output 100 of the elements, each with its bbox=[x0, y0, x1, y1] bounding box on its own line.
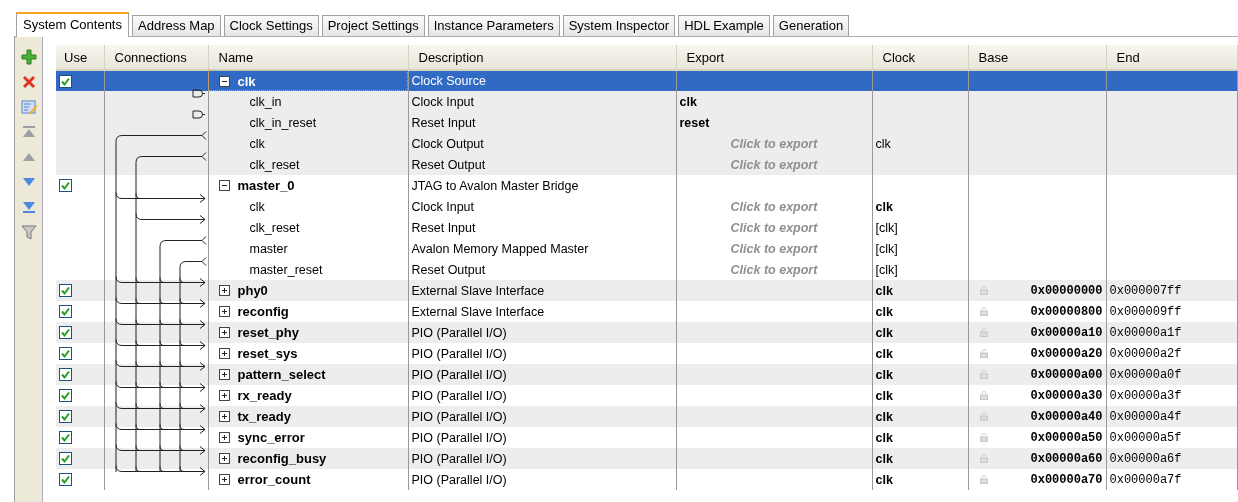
base-address: 0x00000a60 bbox=[1030, 451, 1103, 466]
expand-icon[interactable] bbox=[218, 285, 230, 296]
column-header[interactable]: Base bbox=[968, 45, 1106, 70]
base-address: 0x00000a00 bbox=[1030, 367, 1103, 382]
column-header[interactable]: Clock bbox=[872, 45, 968, 70]
collapse-icon[interactable] bbox=[218, 75, 230, 87]
description: JTAG to Avalon Master Bridge bbox=[411, 178, 579, 193]
interface-name: clk_in_reset bbox=[248, 115, 317, 130]
module-name: pattern_select bbox=[237, 367, 326, 382]
checkbox[interactable] bbox=[59, 284, 72, 297]
expand-icon[interactable] bbox=[218, 369, 230, 380]
checkbox[interactable] bbox=[59, 389, 72, 402]
expand-icon[interactable] bbox=[218, 453, 230, 464]
tab[interactable]: System Contents bbox=[16, 12, 129, 37]
expand-icon[interactable] bbox=[218, 390, 230, 401]
clock-name: clk bbox=[875, 367, 893, 382]
module-name: clk bbox=[237, 73, 256, 89]
interface-name: master_reset bbox=[248, 262, 323, 277]
description: PIO (Parallel I/O) bbox=[411, 451, 507, 466]
module-name: master_0 bbox=[237, 178, 295, 193]
checkbox[interactable] bbox=[59, 179, 72, 192]
interface-name: master bbox=[248, 241, 288, 256]
column-header[interactable]: Use bbox=[56, 45, 104, 70]
clock-name: clk bbox=[875, 472, 893, 487]
add-icon[interactable] bbox=[20, 49, 37, 65]
column-header[interactable]: Connections bbox=[104, 45, 208, 70]
expand-icon[interactable] bbox=[218, 411, 230, 422]
clock-name: clk bbox=[875, 325, 893, 340]
expand-icon[interactable] bbox=[218, 306, 230, 317]
checkbox[interactable] bbox=[59, 431, 72, 444]
description: PIO (Parallel I/O) bbox=[411, 325, 507, 340]
column-header[interactable]: End bbox=[1106, 45, 1238, 70]
clock-name: [clk] bbox=[875, 220, 898, 235]
expand-icon[interactable] bbox=[218, 474, 230, 485]
module-name: reset_sys bbox=[237, 346, 298, 361]
module-name: reconfig bbox=[237, 304, 289, 319]
end-address: 0x00000a7f bbox=[1109, 473, 1182, 487]
description: PIO (Parallel I/O) bbox=[411, 430, 507, 445]
description: Clock Input bbox=[411, 199, 475, 214]
clock-name: clk bbox=[875, 409, 893, 424]
description: External Slave Interface bbox=[411, 283, 545, 298]
move-to-bottom-icon[interactable] bbox=[20, 199, 37, 215]
description: Reset Output bbox=[411, 157, 486, 172]
expand-icon[interactable] bbox=[218, 432, 230, 443]
description: PIO (Parallel I/O) bbox=[411, 472, 507, 487]
clock-name: clk bbox=[875, 199, 893, 214]
tab[interactable]: Project Settings bbox=[321, 15, 425, 36]
description: Reset Input bbox=[411, 115, 476, 130]
export-name: clk bbox=[679, 94, 697, 109]
end-address: 0x000007ff bbox=[1109, 284, 1182, 298]
description: Clock Input bbox=[411, 94, 475, 109]
checkbox[interactable] bbox=[59, 368, 72, 381]
module-name: sync_error bbox=[237, 430, 305, 445]
column-header[interactable]: Description bbox=[408, 45, 676, 70]
tab[interactable]: HDL Example bbox=[678, 15, 770, 36]
collapse-icon[interactable] bbox=[218, 180, 230, 191]
description: Clock Source bbox=[411, 74, 486, 88]
checkbox[interactable] bbox=[59, 473, 72, 486]
column-header[interactable]: Name bbox=[208, 45, 408, 70]
end-address: 0x00000a3f bbox=[1109, 389, 1182, 403]
expand-icon[interactable] bbox=[218, 327, 230, 338]
base-address: 0x00000a30 bbox=[1030, 388, 1103, 403]
base-address: 0x00000a10 bbox=[1030, 325, 1103, 340]
checkbox[interactable] bbox=[59, 326, 72, 339]
tab[interactable]: Address Map bbox=[132, 15, 221, 36]
end-address: 0x00000a5f bbox=[1109, 431, 1182, 445]
interface-name: clk bbox=[248, 199, 265, 214]
module-name: error_count bbox=[237, 472, 311, 487]
clock-name: clk bbox=[875, 136, 891, 151]
description: PIO (Parallel I/O) bbox=[411, 367, 507, 382]
clock-name: clk bbox=[875, 430, 893, 445]
description: PIO (Parallel I/O) bbox=[411, 409, 507, 424]
clock-name: clk bbox=[875, 346, 893, 361]
base-address: 0x00000a20 bbox=[1030, 346, 1103, 361]
tab[interactable]: Generation bbox=[772, 15, 850, 36]
tab[interactable]: Clock Settings bbox=[223, 15, 319, 36]
export-name: reset bbox=[679, 115, 710, 130]
description: Clock Output bbox=[411, 136, 484, 151]
description: Avalon Memory Mapped Master bbox=[411, 241, 589, 256]
expand-icon[interactable] bbox=[218, 348, 230, 359]
tab[interactable]: Instance Parameters bbox=[427, 15, 560, 36]
tab[interactable]: System Inspector bbox=[562, 15, 676, 36]
checkbox[interactable] bbox=[59, 305, 72, 318]
checkbox[interactable] bbox=[59, 347, 72, 360]
column-header[interactable]: Export bbox=[676, 45, 872, 70]
checkbox[interactable] bbox=[59, 410, 72, 423]
base-address: 0x00000a40 bbox=[1030, 409, 1103, 424]
clock-name: [clk] bbox=[875, 241, 898, 256]
description: PIO (Parallel I/O) bbox=[411, 346, 507, 361]
clock-name: clk bbox=[875, 283, 893, 298]
checkbox[interactable] bbox=[59, 452, 72, 465]
end-address: 0x00000a0f bbox=[1109, 368, 1182, 382]
end-address: 0x00000a6f bbox=[1109, 452, 1182, 466]
checkbox[interactable] bbox=[59, 74, 72, 88]
clock-name: clk bbox=[875, 388, 893, 403]
module-name: tx_ready bbox=[237, 409, 291, 424]
filter-icon[interactable] bbox=[20, 224, 37, 240]
end-address: 0x000009ff bbox=[1109, 305, 1182, 319]
interface-name: clk_reset bbox=[248, 220, 300, 235]
description: PIO (Parallel I/O) bbox=[411, 388, 507, 403]
